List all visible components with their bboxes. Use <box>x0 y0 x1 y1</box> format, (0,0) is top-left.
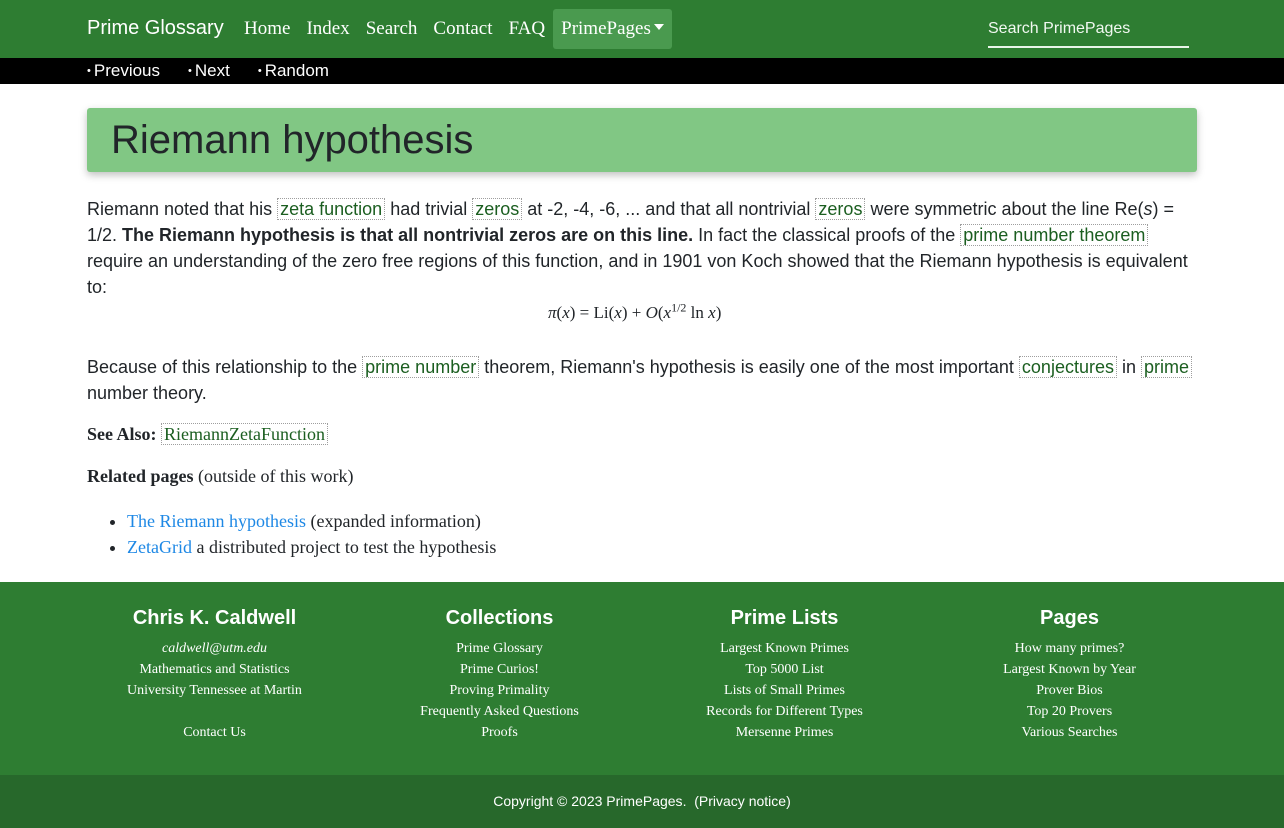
page-title: Riemann hypothesis <box>111 118 474 162</box>
footer-item: Mathematics and Statistics <box>139 662 290 677</box>
footer-column-author: Chris K. Caldwell caldwell@utm.edu Mathe… <box>72 606 357 743</box>
footer-column-pages: Pages How many primes? Largest Known by … <box>927 606 1212 743</box>
sub-navbar: • Previous • Next • Random <box>0 58 1284 84</box>
p2-text-1: Because of this relationship to the <box>87 357 363 377</box>
zeta-function-link[interactable]: zeta function <box>277 198 386 220</box>
footer-link[interactable]: Proving Primality <box>357 680 642 701</box>
footer-heading: Chris K. Caldwell <box>132 607 297 629</box>
random-label: Random <box>264 61 329 80</box>
footer-link[interactable]: Proofs <box>357 722 642 743</box>
prime-number-theorem-link[interactable]: prime number theorem <box>960 224 1149 246</box>
footer-item: University Tennessee at Martin <box>127 683 302 698</box>
formula-text: π(x) = Li(x) + O(x1/2 ln x) <box>548 300 722 322</box>
zeros-link-2[interactable]: zeros <box>815 198 866 220</box>
privacy-notice-link[interactable]: Privacy notice <box>699 793 786 809</box>
see-also: See Also: RiemannZetaFunction <box>87 423 328 445</box>
footer-column-prime-lists: Prime Lists Largest Known Primes Top 500… <box>642 606 927 743</box>
footer-heading: Prime Lists <box>730 607 839 629</box>
footer-link[interactable]: Lists of Small Primes <box>642 680 927 701</box>
related-item-text: (expanded information) <box>305 511 481 531</box>
zeros-link-1[interactable]: zeros <box>472 198 523 220</box>
nav-primepages-dropdown[interactable]: PrimePages <box>553 9 672 49</box>
brand-link[interactable]: Prime Glossary <box>87 17 224 40</box>
p1-text-3: at -2, -4, -6, ... and that all nontrivi… <box>522 199 816 219</box>
related-pages-label: Related pages <box>87 466 194 486</box>
p1-text-4: were symmetric about the line Re( <box>865 199 1144 219</box>
email-link[interactable]: caldwell@utm.edu <box>72 638 357 659</box>
footer-link[interactable]: Largest Known Primes <box>642 638 927 659</box>
related-pages-heading: Related pages (outside of this work) <box>87 466 353 487</box>
prime-link[interactable]: prime <box>1141 356 1193 378</box>
p2-text-2: theorem, Riemann's hypothesis is easily … <box>479 357 1019 377</box>
caret-down-icon <box>653 24 664 30</box>
nav-home[interactable]: Home <box>236 9 298 49</box>
footer-link[interactable]: Largest Known by Year <box>927 659 1212 680</box>
nav-contact[interactable]: Contact <box>425 9 500 49</box>
zetagrid-link[interactable]: ZetaGrid <box>127 537 192 557</box>
sub-nav-links: • Previous • Next • Random <box>87 58 357 84</box>
search-input[interactable] <box>988 12 1189 48</box>
copyright-bar: Copyright © 2023 PrimePages. (Privacy no… <box>0 775 1284 828</box>
nav-primepages-label: PrimePages <box>561 18 651 39</box>
main-content: Riemann noted that his zeta function had… <box>87 196 1197 300</box>
p1-text-2: had trivial <box>385 199 473 219</box>
footer: Chris K. Caldwell caldwell@utm.edu Mathe… <box>0 582 1284 775</box>
random-link[interactable]: • Random <box>258 58 329 84</box>
related-pages-note: (outside of this work) <box>193 466 354 486</box>
previous-label: Previous <box>93 61 160 80</box>
footer-link[interactable]: Top 20 Provers <box>927 701 1212 722</box>
p2-text-3: in <box>1116 357 1141 377</box>
primepages-footer-link[interactable]: PrimePages <box>606 793 682 809</box>
bullet-icon: • <box>87 65 91 77</box>
riemann-zeta-function-link[interactable]: RiemannZetaFunction <box>161 423 328 445</box>
related-pages-list: The Riemann hypothesis (expanded informa… <box>87 508 496 560</box>
nav-index[interactable]: Index <box>298 9 357 49</box>
punct: . ( <box>682 793 699 809</box>
next-link[interactable]: • Next <box>188 58 230 84</box>
importance-paragraph: Because of this relationship to the prim… <box>87 354 1197 406</box>
riemann-hypothesis-external-link[interactable]: The Riemann hypothesis <box>127 511 306 531</box>
nav-links: Home Index Search Contact FAQ PrimePages <box>236 9 672 49</box>
p1-text-7: require an understanding of the zero fre… <box>87 251 1188 297</box>
footer-link[interactable]: How many primes? <box>927 638 1212 659</box>
list-item: The Riemann hypothesis (expanded informa… <box>127 508 496 534</box>
prime-number-link[interactable]: prime number <box>362 356 480 378</box>
nav-faq[interactable]: FAQ <box>501 9 554 49</box>
footer-heading: Collections <box>445 607 554 629</box>
conjectures-link[interactable]: conjectures <box>1018 356 1117 378</box>
hypothesis-statement: The Riemann hypothesis is that all nontr… <box>122 225 694 245</box>
bullet-icon: • <box>188 65 192 77</box>
footer-heading: Pages <box>1040 607 1099 629</box>
footer-link[interactable]: Mersenne Primes <box>642 722 927 743</box>
see-also-label: See Also: <box>87 424 157 444</box>
footer-link[interactable]: Prime Glossary <box>357 638 642 659</box>
definition-paragraph: Riemann noted that his zeta function had… <box>87 196 1197 300</box>
title-banner: Riemann hypothesis <box>87 108 1197 172</box>
footer-link[interactable]: Various Searches <box>927 722 1212 743</box>
p2-text-4: number theory. <box>87 383 207 403</box>
bullet-icon: • <box>257 65 262 77</box>
copyright-text: Copyright © 2023 <box>493 793 607 809</box>
related-item-text: a distributed project to test the hypoth… <box>191 537 497 557</box>
footer-link[interactable]: Records for Different Types <box>642 701 927 722</box>
footer-link[interactable]: Frequently Asked Questions <box>357 701 642 722</box>
contact-us-link[interactable]: Contact Us <box>72 722 357 743</box>
punct: ) <box>786 793 791 809</box>
footer-column-collections: Collections Prime Glossary Prime Curios!… <box>357 606 642 743</box>
footer-link[interactable]: Top 5000 List <box>642 659 927 680</box>
previous-link[interactable]: • Previous <box>87 58 160 84</box>
footer-link[interactable]: Prime Curios! <box>357 659 642 680</box>
next-label: Next <box>194 61 230 80</box>
p1-text-1: Riemann noted that his <box>87 199 278 219</box>
nav-search[interactable]: Search <box>358 9 426 49</box>
top-navbar: Prime Glossary Home Index Search Contact… <box>0 0 1284 58</box>
list-item: ZetaGrid a distributed project to test t… <box>127 534 496 560</box>
equivalence-formula: π(x) = Li(x) + O(x1/2 ln x) <box>548 300 721 323</box>
footer-spacer <box>72 701 357 722</box>
p1-var-s: s <box>1143 199 1153 219</box>
importance-section: Because of this relationship to the prim… <box>87 354 1197 406</box>
footer-link[interactable]: Prover Bios <box>927 680 1212 701</box>
p1-text-6: In fact the classical proofs of the <box>693 225 961 245</box>
